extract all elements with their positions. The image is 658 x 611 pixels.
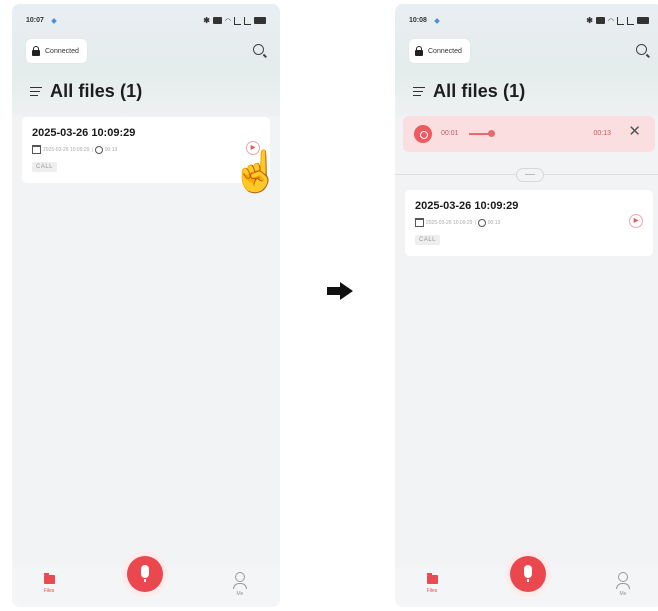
folder-icon bbox=[43, 573, 55, 584]
tab-me[interactable]: Me bbox=[613, 572, 633, 597]
bottom-tab-bar: Files Me bbox=[12, 556, 280, 607]
lock-icon bbox=[415, 46, 423, 56]
phone-screen-after: 10:08 ✱ ◠ Connected All files (1) 00:01 … bbox=[395, 4, 658, 607]
title-row: All files (1) bbox=[413, 81, 525, 102]
status-icons: ✱ ◠ bbox=[203, 16, 266, 25]
file-meta: 2025-03-26 10:09:29 | 00:13 bbox=[32, 145, 117, 154]
file-meta: 2025-03-26 10:09:29 | 00:13 bbox=[415, 218, 500, 227]
page-title: All files (1) bbox=[433, 81, 526, 101]
person-icon bbox=[618, 572, 628, 582]
record-icon[interactable] bbox=[414, 125, 432, 143]
player-progress-slider[interactable] bbox=[469, 130, 495, 137]
connection-status-button[interactable]: Connected bbox=[409, 39, 470, 63]
file-list-item[interactable]: 2025-03-26 10:09:29 2025-03-26 10:09:29 … bbox=[405, 190, 653, 256]
signal-icon bbox=[627, 16, 634, 25]
tab-me[interactable]: Me bbox=[230, 572, 250, 597]
location-icon bbox=[51, 18, 57, 24]
file-name: 2025-03-26 10:09:29 bbox=[415, 200, 519, 212]
search-icon[interactable] bbox=[636, 44, 647, 55]
battery-icon bbox=[254, 17, 266, 24]
clock-icon bbox=[477, 218, 486, 227]
file-name: 2025-03-26 10:09:29 bbox=[32, 127, 136, 139]
status-bar: 10:07 ✱ ◠ bbox=[26, 16, 266, 28]
phone-screen-before: 10:07 ✱ ◠ Connected All files (1) 2025-0… bbox=[12, 4, 280, 607]
menu-icon[interactable] bbox=[413, 86, 425, 97]
title-row: All files (1) bbox=[30, 81, 142, 102]
nfc-icon bbox=[595, 17, 605, 24]
signal-icon bbox=[244, 16, 251, 25]
player-total: 00:13 bbox=[593, 130, 611, 137]
calendar-icon bbox=[415, 218, 424, 227]
status-time: 10:07 bbox=[26, 17, 44, 24]
microphone-icon bbox=[524, 565, 532, 582]
play-icon[interactable]: ▶ bbox=[629, 214, 643, 228]
file-tag: CALL bbox=[32, 162, 58, 172]
connection-label: Connected bbox=[45, 47, 79, 55]
file-date: 2025-03-26 10:09:29 bbox=[43, 146, 90, 153]
record-button[interactable] bbox=[127, 556, 163, 592]
signal-icon bbox=[617, 16, 624, 25]
bottom-tab-bar: Files Me bbox=[395, 556, 658, 607]
menu-icon[interactable] bbox=[30, 86, 42, 97]
nfc-icon bbox=[212, 17, 222, 24]
battery-icon bbox=[637, 17, 649, 24]
audio-player-bar: 00:01 00:13 ✕ bbox=[403, 116, 655, 152]
wifi-icon: ◠ bbox=[224, 17, 231, 25]
signal-icon bbox=[234, 16, 241, 25]
arrow-right-icon bbox=[327, 282, 353, 300]
page-title: All files (1) bbox=[50, 81, 143, 101]
folder-icon bbox=[426, 573, 438, 584]
calendar-icon bbox=[32, 145, 41, 154]
file-date: 2025-03-26 10:09:29 bbox=[426, 219, 473, 226]
wifi-icon: ◠ bbox=[607, 17, 614, 25]
tab-files-label: Files bbox=[43, 588, 55, 594]
tab-files-label: Files bbox=[426, 588, 438, 594]
status-icons: ✱ ◠ bbox=[586, 16, 649, 25]
connection-label: Connected bbox=[428, 47, 462, 55]
bluetooth-icon: ✱ bbox=[203, 16, 210, 25]
file-duration: 00:13 bbox=[487, 219, 501, 226]
lock-icon bbox=[32, 46, 40, 56]
tab-files[interactable]: Files bbox=[34, 573, 64, 594]
status-time: 10:08 bbox=[409, 17, 427, 24]
tab-me-label: Me bbox=[619, 591, 627, 597]
microphone-icon bbox=[141, 565, 149, 582]
tab-me-label: Me bbox=[236, 591, 244, 597]
connection-status-button[interactable]: Connected bbox=[26, 39, 87, 63]
search-icon[interactable] bbox=[253, 44, 264, 55]
tab-files[interactable]: Files bbox=[417, 573, 447, 594]
status-bar: 10:08 ✱ ◠ bbox=[409, 16, 649, 28]
pointer-hand-icon: ☝ bbox=[231, 150, 281, 194]
file-duration: 00:13 bbox=[104, 146, 118, 153]
bluetooth-icon: ✱ bbox=[586, 16, 593, 25]
drag-handle[interactable] bbox=[516, 168, 544, 182]
location-icon bbox=[434, 18, 440, 24]
player-elapsed: 00:01 bbox=[441, 130, 459, 137]
record-button[interactable] bbox=[510, 556, 546, 592]
person-icon bbox=[235, 572, 245, 582]
close-icon[interactable]: ✕ bbox=[628, 124, 641, 139]
clock-icon bbox=[94, 145, 103, 154]
file-tag: CALL bbox=[415, 235, 441, 245]
